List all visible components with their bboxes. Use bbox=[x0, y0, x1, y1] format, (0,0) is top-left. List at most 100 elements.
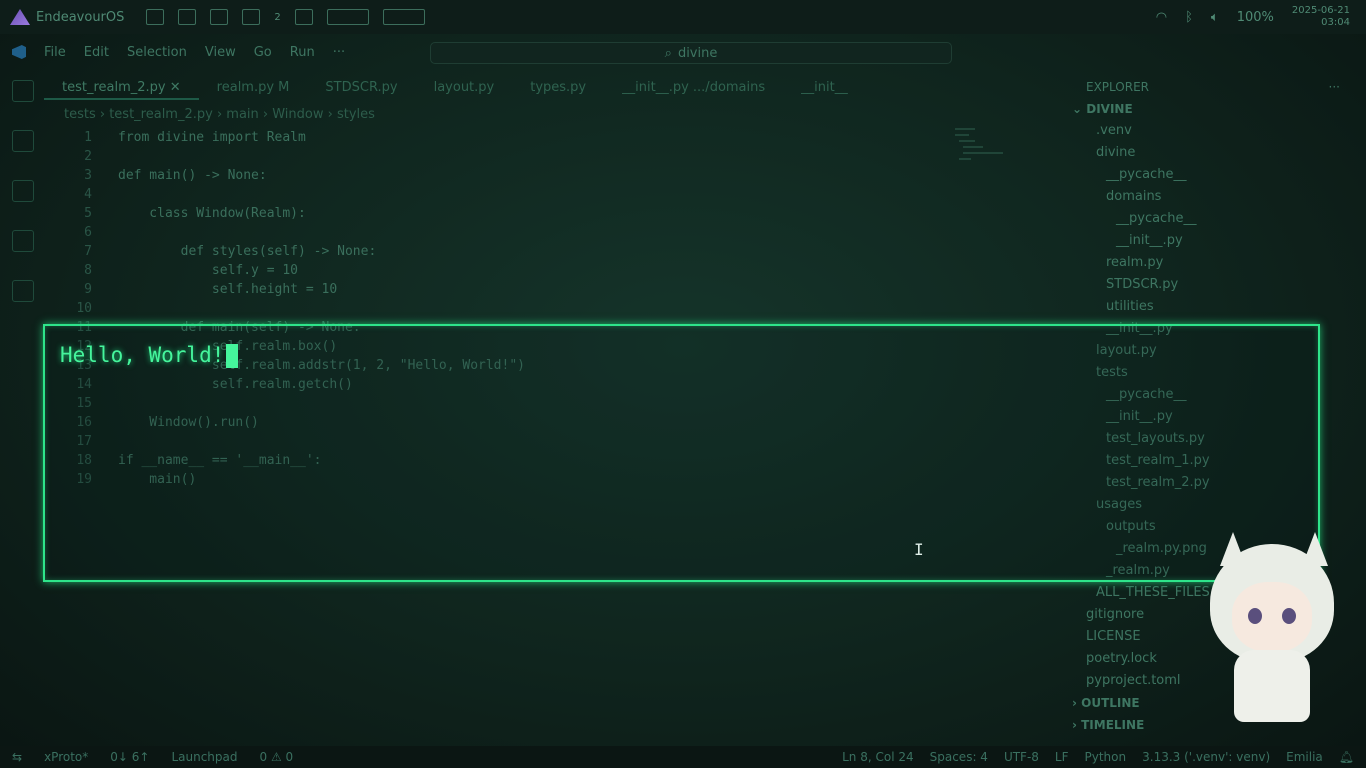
mascot-sticker bbox=[1202, 532, 1342, 742]
explorer-header: EXPLORER ··· bbox=[1068, 76, 1358, 98]
menu-file[interactable]: File bbox=[44, 45, 66, 60]
run-debug-icon[interactable] bbox=[12, 180, 34, 202]
camera-icon[interactable] bbox=[294, 9, 313, 25]
encoding-status[interactable]: UTF-8 bbox=[1004, 750, 1039, 764]
source-control-icon[interactable] bbox=[12, 130, 34, 152]
line-number: 3 bbox=[84, 168, 92, 183]
menu-run[interactable]: Run bbox=[290, 45, 315, 60]
interpreter-status[interactable]: 3.13.3 ('.venv': venv) bbox=[1142, 750, 1270, 764]
clock[interactable]: 2025-06-21 03:04 bbox=[1292, 5, 1350, 29]
tree-item[interactable]: .venv bbox=[1068, 120, 1358, 142]
tab-init[interactable]: __init__ bbox=[783, 76, 866, 100]
mascot-eye-left bbox=[1248, 608, 1262, 624]
more-actions-icon[interactable]: ··· bbox=[1329, 80, 1340, 94]
code-line[interactable]: 10 bbox=[44, 299, 1054, 318]
minimap[interactable] bbox=[955, 128, 1005, 168]
testing-icon[interactable] bbox=[12, 280, 34, 302]
tab-layout[interactable]: layout.py bbox=[416, 76, 513, 100]
tree-item[interactable]: domains bbox=[1068, 186, 1358, 208]
system-tray: ◠ ᛒ 🔈︎ 100% 2025-06-21 03:04 bbox=[1156, 0, 1350, 34]
status-bar: ⇆ xProto* 0↓ 6↑ Launchpad 0 ⚠ 0 Ln 8, Co… bbox=[0, 746, 1366, 768]
line-number: 6 bbox=[84, 225, 92, 240]
explorer-title: EXPLORER bbox=[1086, 80, 1149, 94]
menu-go[interactable]: Go bbox=[254, 45, 272, 60]
sync-status[interactable]: 0↓ 6↑ bbox=[110, 750, 149, 764]
folder-icon[interactable] bbox=[146, 9, 165, 25]
clock-time: 03:04 bbox=[1321, 17, 1350, 28]
mouse-ibeam-cursor: I bbox=[914, 540, 924, 559]
indent-status[interactable]: Spaces: 4 bbox=[930, 750, 988, 764]
code-text: def styles(self) -> None: bbox=[118, 244, 377, 259]
window-thumbnail-icon[interactable] bbox=[326, 9, 369, 25]
tree-item[interactable]: realm.py bbox=[1068, 252, 1358, 274]
problems-status[interactable]: 0 ⚠ 0 bbox=[260, 750, 294, 764]
code-text: class Window(Realm): bbox=[118, 206, 306, 221]
account-status[interactable]: Emilia bbox=[1286, 750, 1323, 764]
eol-status[interactable]: LF bbox=[1055, 750, 1069, 764]
menu-edit[interactable]: Edit bbox=[84, 45, 109, 60]
line-number: 7 bbox=[84, 244, 92, 259]
project-root[interactable]: ⌄ DIVINE bbox=[1068, 98, 1358, 120]
code-text: def main() -> None: bbox=[118, 168, 267, 183]
tab-init-domains[interactable]: __init__.py .../domains bbox=[604, 76, 783, 100]
bluetooth-icon[interactable]: ᛒ bbox=[1185, 10, 1193, 25]
remote-icon[interactable]: ⇆ bbox=[12, 750, 22, 764]
launchpad-status[interactable]: Launchpad bbox=[171, 750, 237, 764]
tree-item[interactable]: divine bbox=[1068, 142, 1358, 164]
line-number: 8 bbox=[84, 263, 92, 278]
browser-thumbnail-icon[interactable] bbox=[382, 9, 425, 25]
tab-stdscr[interactable]: STDSCR.py bbox=[307, 76, 415, 100]
tree-item[interactable]: STDSCR.py bbox=[1068, 274, 1358, 296]
vscode-icon[interactable] bbox=[210, 9, 229, 25]
tree-item[interactable]: __init__.py bbox=[1068, 230, 1358, 252]
menu-more[interactable]: ··· bbox=[333, 45, 345, 60]
desktop: EndeavourOS 2 ◠ ᛒ 🔈︎ 100% 2025-06-21 03:… bbox=[0, 0, 1366, 768]
cursor-position[interactable]: Ln 8, Col 24 bbox=[842, 750, 914, 764]
tree-item[interactable]: utilities bbox=[1068, 296, 1358, 318]
language-status[interactable]: Python bbox=[1085, 750, 1127, 764]
terminal-cursor bbox=[226, 344, 239, 368]
line-number: 9 bbox=[84, 282, 92, 297]
taskbar-apps: 2 bbox=[146, 9, 425, 25]
tab-types[interactable]: types.py bbox=[512, 76, 604, 100]
branch-status[interactable]: xProto* bbox=[44, 750, 88, 764]
menu-selection[interactable]: Selection bbox=[127, 45, 187, 60]
clock-date: 2025-06-21 bbox=[1291, 5, 1350, 16]
volume-icon[interactable]: 🔈︎ bbox=[1211, 10, 1219, 25]
code-text: self.height = 10 bbox=[118, 282, 338, 297]
tree-item[interactable]: __pycache__ bbox=[1068, 164, 1358, 186]
line-number: 10 bbox=[76, 301, 92, 316]
tab-test-realm-2[interactable]: test_realm_2.py ✕ bbox=[44, 76, 199, 100]
firefox-icon[interactable] bbox=[242, 9, 261, 25]
app-icon[interactable] bbox=[178, 9, 197, 25]
command-center-search[interactable]: ⌕ divine bbox=[430, 42, 952, 64]
menu-view[interactable]: View bbox=[205, 45, 236, 60]
tree-item[interactable]: __pycache__ bbox=[1068, 208, 1358, 230]
activity-bar bbox=[0, 66, 44, 746]
bell-icon[interactable]: 🔔︎ bbox=[1339, 750, 1354, 764]
os-menu[interactable]: EndeavourOS bbox=[10, 9, 124, 25]
hello-text: Hello, World! bbox=[60, 343, 225, 367]
code-line[interactable]: 7 def styles(self) -> None: bbox=[44, 242, 1054, 261]
search-icon: ⌕ bbox=[664, 45, 672, 61]
line-number: 4 bbox=[84, 187, 92, 202]
code-line[interactable]: 1 from divine import Realm bbox=[44, 128, 1054, 147]
breadcrumb[interactable]: tests › test_realm_2.py › main › Window … bbox=[64, 107, 375, 122]
code-line[interactable]: 6 bbox=[44, 223, 1054, 242]
code-line[interactable]: 9 self.height = 10 bbox=[44, 280, 1054, 299]
code-line[interactable]: 4 bbox=[44, 185, 1054, 204]
tab-realm[interactable]: realm.py M bbox=[199, 76, 308, 100]
editor-tabs: test_realm_2.py ✕ realm.py M STDSCR.py l… bbox=[44, 76, 1060, 100]
code-text: self.y = 10 bbox=[118, 263, 299, 278]
code-line[interactable]: 2 bbox=[44, 147, 1054, 166]
wifi-icon[interactable]: ◠ bbox=[1156, 10, 1167, 25]
extensions-icon[interactable] bbox=[12, 230, 34, 252]
search-view-icon[interactable] bbox=[12, 80, 34, 102]
close-icon[interactable]: ✕ bbox=[170, 80, 181, 95]
code-line[interactable]: 8 self.y = 10 bbox=[44, 261, 1054, 280]
battery-level[interactable]: 100% bbox=[1237, 10, 1274, 25]
code-line[interactable]: 5 class Window(Realm): bbox=[44, 204, 1054, 223]
code-line[interactable]: 3 def main() -> None: bbox=[44, 166, 1054, 185]
mascot-face bbox=[1232, 582, 1312, 652]
mascot-eye-right bbox=[1282, 608, 1296, 624]
